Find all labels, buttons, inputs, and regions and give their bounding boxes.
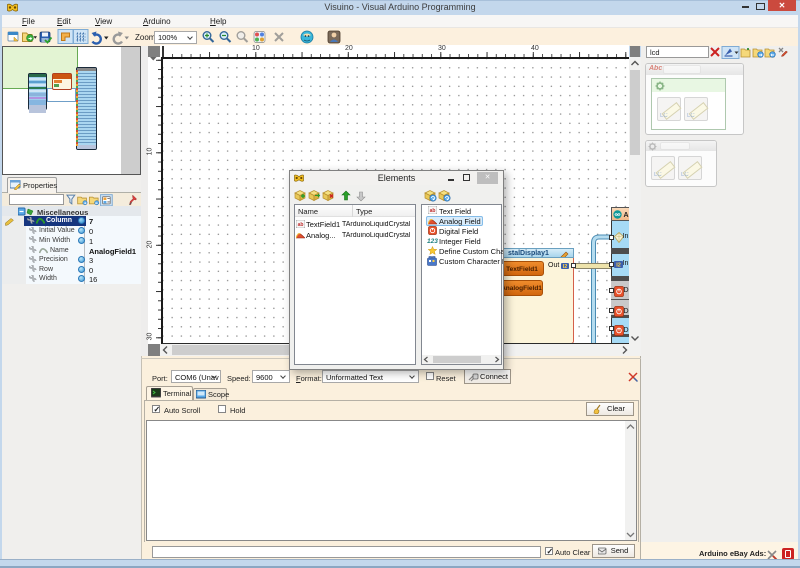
svg-text:123: 123 (427, 238, 438, 245)
svg-text:ab: ab (430, 208, 436, 214)
svg-text:ab: ab (298, 222, 304, 228)
svg-text:I2: I2 (616, 263, 621, 269)
svg-text:I2: I2 (563, 264, 568, 270)
